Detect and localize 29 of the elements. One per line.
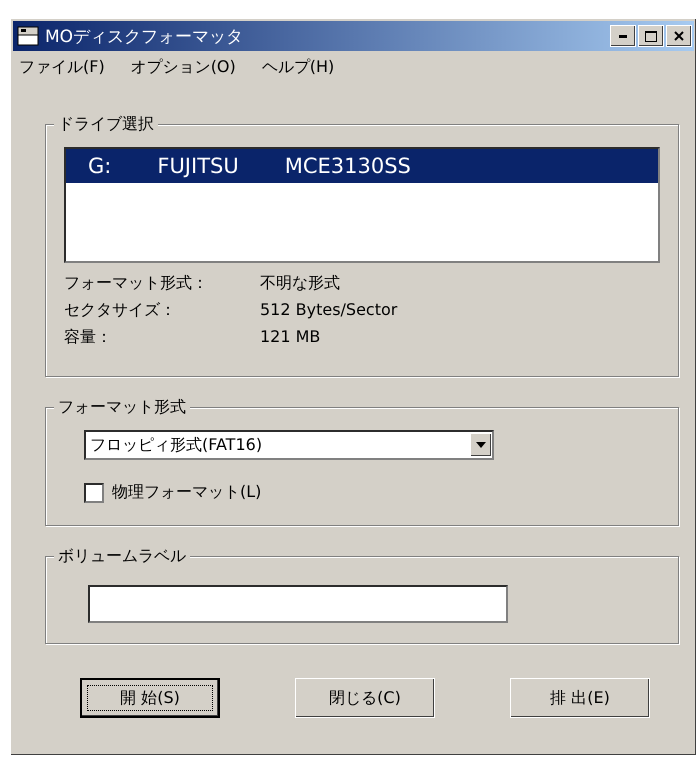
input-field[interactable] bbox=[88, 585, 508, 623]
minimize-button[interactable] bbox=[610, 25, 636, 47]
info-value: 不明な形式 bbox=[260, 273, 341, 294]
window-icon bbox=[17, 26, 39, 46]
group-label: ボリュームラベル bbox=[54, 546, 190, 566]
menu-item[interactable]: ヘルプ(H) bbox=[262, 57, 334, 78]
close-icon bbox=[674, 31, 684, 41]
close-button[interactable] bbox=[666, 25, 692, 47]
dropdown-arrow-icon bbox=[476, 442, 486, 448]
info-label: フォーマット形式： bbox=[64, 273, 209, 294]
drive-row[interactable]: G: FUJITSU MCE3130SS bbox=[66, 149, 658, 183]
maximize-icon bbox=[645, 30, 657, 42]
info-label: セクタサイズ： bbox=[64, 300, 177, 321]
window-title: MOディスクフォーマッタ bbox=[45, 26, 244, 48]
minimize-icon bbox=[619, 34, 627, 38]
checkbox-label[interactable]: 物理フォーマット(L) bbox=[112, 482, 262, 503]
info-value: 512 Bytes/Sector bbox=[260, 300, 398, 321]
menu-item[interactable]: ファイル(F) bbox=[19, 57, 105, 78]
info-label: 容量： bbox=[64, 327, 113, 348]
format-dropdown[interactable]: フロッピィ形式(FAT16) bbox=[84, 430, 494, 460]
maximize-button[interactable] bbox=[638, 25, 664, 47]
group-label: ドライブ選択 bbox=[54, 114, 158, 134]
dialog-button[interactable]: 閉じる(C) bbox=[295, 678, 435, 718]
dialog-button[interactable]: 開 始(S) bbox=[80, 678, 220, 718]
checkbox[interactable] bbox=[84, 482, 104, 502]
info-value: 121 MB bbox=[260, 327, 322, 348]
menu-item[interactable]: オプション(O) bbox=[130, 57, 236, 78]
dialog-button[interactable]: 排 出(E) bbox=[510, 678, 650, 718]
group-label: フォーマット形式 bbox=[54, 397, 190, 417]
